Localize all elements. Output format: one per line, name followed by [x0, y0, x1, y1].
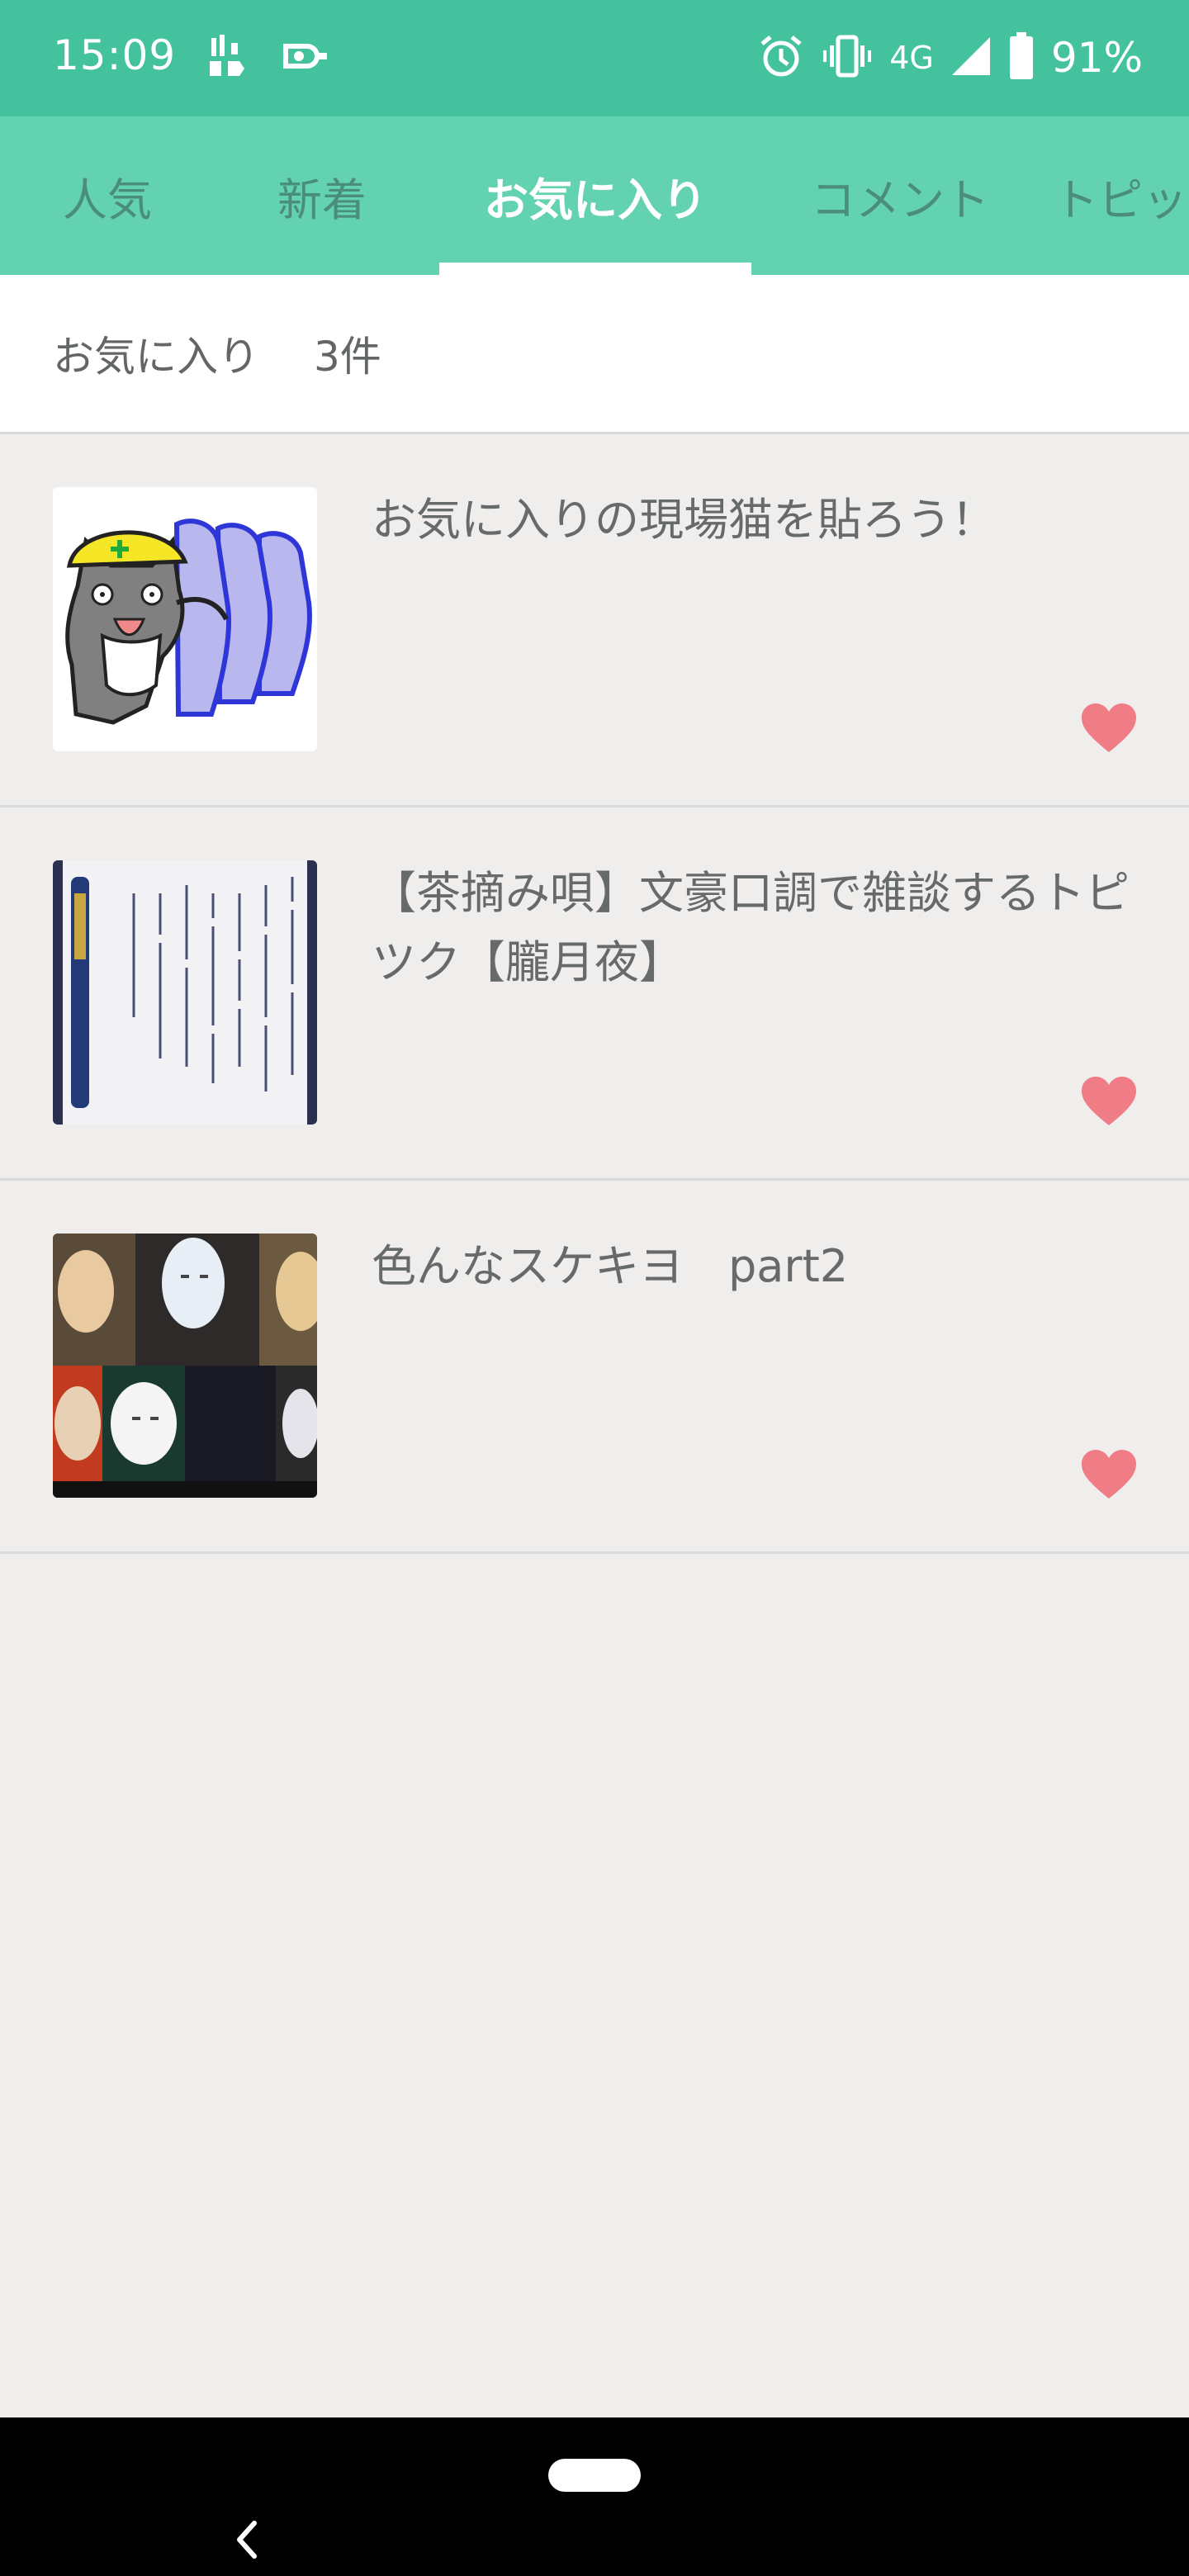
item-title: 色んなスケキヨ part2 [372, 1240, 849, 1292]
item-title: 【茶摘み唄】文豪口調で雑談するトピツク【朧月夜】 [372, 867, 1130, 988]
battery-percent: 91% [1050, 34, 1143, 82]
favorites-list: お気に入りの現場猫を貼ろう！ 【茶摘み唄】文豪口調で雑談するトピツク【朧月夜】 … [0, 434, 1189, 1554]
alarm-icon [757, 32, 805, 83]
home-gesture-pill[interactable] [548, 2459, 641, 2492]
thumbnail-masks-collage [53, 1234, 317, 1498]
system-nav-bar [0, 2417, 1189, 2576]
cast-icon [279, 33, 330, 79]
signal-icon [950, 36, 992, 80]
list-item[interactable]: お気に入りの現場猫を貼ろう！ [0, 434, 1189, 807]
tab-comments[interactable]: コメント [776, 116, 1024, 275]
network-type: 4G [889, 40, 934, 76]
list-item[interactable]: 色んなスケキヨ part2 [0, 1181, 1189, 1554]
tab-favorites[interactable]: お気に入り [439, 116, 751, 275]
thumbnail-site-cat [53, 487, 317, 751]
list-item[interactable]: 【茶摘み唄】文豪口調で雑談するトピツク【朧月夜】 [0, 807, 1189, 1181]
favorites-count-header: お気に入り 3件 [0, 275, 1189, 434]
heart-icon[interactable] [1080, 1449, 1138, 1500]
favorites-count: 3件 [314, 333, 381, 381]
item-title: お気に入りの現場猫を貼ろう！ [372, 494, 996, 546]
status-bar: 15:09 4G 91% [0, 0, 1189, 116]
battery-icon [1008, 32, 1035, 83]
tab-topics[interactable]: トピック [1054, 116, 1189, 275]
favorites-label: お気に入り [53, 333, 259, 381]
back-chevron-icon[interactable] [230, 2515, 263, 2564]
tab-new[interactable]: 新着 [248, 116, 396, 275]
heart-icon[interactable] [1080, 1076, 1138, 1127]
active-tab-indicator [439, 263, 751, 275]
vibrate-icon [822, 32, 873, 83]
data-saver-icon [206, 33, 253, 79]
heart-icon[interactable] [1080, 703, 1138, 754]
tab-bar: 人気 新着 お気に入り コメント トピック [0, 116, 1189, 275]
tab-popular[interactable]: 人気 [33, 116, 182, 275]
thumbnail-handwritten-poem [53, 860, 317, 1125]
status-time: 15:09 [53, 31, 177, 79]
